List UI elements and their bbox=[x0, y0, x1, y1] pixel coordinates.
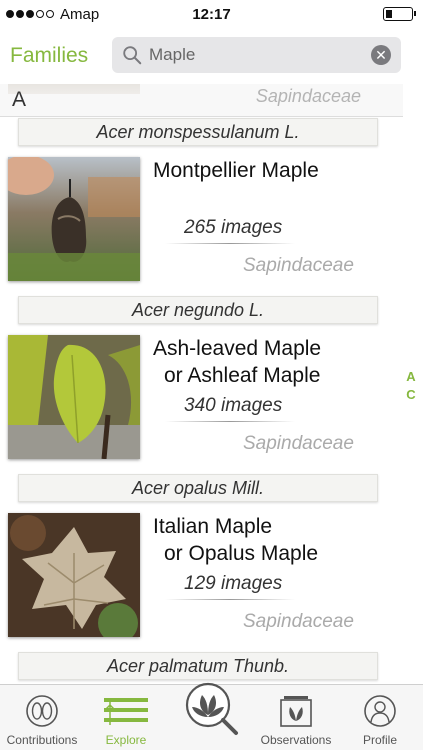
partial-thumbnail bbox=[8, 84, 140, 94]
image-count: 340 images bbox=[184, 395, 283, 416]
divider bbox=[165, 599, 295, 600]
species-thumbnail[interactable] bbox=[8, 157, 140, 281]
image-count: 129 images bbox=[184, 573, 283, 594]
common-name: Italian Maple or Opalus Maple bbox=[153, 513, 318, 567]
latin-name-bar[interactable]: Acer monspessulanum L. bbox=[18, 118, 378, 146]
tab-observations[interactable]: Observations bbox=[256, 685, 336, 750]
battery-icon bbox=[383, 7, 416, 21]
divider bbox=[165, 421, 295, 422]
latin-name-bar[interactable]: Acer negundo L. bbox=[18, 296, 378, 324]
index-letter-a[interactable]: A bbox=[406, 368, 416, 386]
latin-name-bar[interactable]: Acer palmatum Thunb. bbox=[18, 652, 378, 680]
family-name: Sapindaceae bbox=[243, 433, 354, 454]
search-icon bbox=[123, 46, 142, 65]
observations-icon bbox=[280, 696, 312, 727]
section-letter: A bbox=[12, 88, 27, 111]
species-card[interactable]: Montpellier Maple 265 images Sapindaceae bbox=[0, 153, 400, 293]
common-name-line-1: Italian Maple bbox=[153, 515, 273, 538]
common-name-line-2: or Opalus Maple bbox=[164, 542, 319, 565]
common-name: Ash-leaved Maple or Ashleaf Maple bbox=[153, 335, 321, 389]
contributions-icon bbox=[26, 695, 58, 727]
status-bar: Amap 12:17 bbox=[0, 0, 423, 28]
tab-bar: Contributions Explore Observations Profi… bbox=[0, 682, 423, 750]
tab-profile[interactable]: Profile bbox=[352, 685, 408, 750]
common-name-line-1: Ash-leaved Maple bbox=[153, 337, 322, 360]
tab-explore[interactable]: Explore bbox=[100, 685, 152, 750]
profile-icon bbox=[364, 695, 396, 727]
common-name: Montpellier Maple bbox=[153, 157, 319, 184]
species-card[interactable]: Ash-leaved Maple or Ashleaf Maple 340 im… bbox=[0, 331, 400, 471]
divider bbox=[165, 243, 295, 244]
battery-level bbox=[386, 10, 392, 18]
family-name: Sapindaceae bbox=[243, 255, 354, 276]
header: Families Maple ✕ bbox=[0, 28, 423, 84]
latin-name-bar[interactable]: Acer opalus Mill. bbox=[18, 474, 378, 502]
species-thumbnail[interactable] bbox=[8, 513, 140, 637]
species-card[interactable]: Italian Maple or Opalus Maple 129 images… bbox=[0, 509, 400, 649]
signal-strength-icon bbox=[6, 10, 54, 18]
explore-icon bbox=[104, 698, 148, 725]
common-name-line-2: or Ashleaf Maple bbox=[164, 364, 321, 387]
partial-family-label: Sapindaceae bbox=[255, 86, 361, 106]
search-input[interactable]: Maple bbox=[149, 45, 371, 65]
carrier-name: Amap bbox=[60, 5, 100, 23]
tab-label: Contributions bbox=[6, 733, 78, 747]
tab-identify[interactable] bbox=[182, 679, 242, 739]
species-thumbnail[interactable] bbox=[8, 335, 140, 459]
clear-search-icon[interactable]: ✕ bbox=[371, 45, 391, 65]
search-field[interactable]: Maple ✕ bbox=[112, 37, 401, 73]
section-header: A Sapindaceae bbox=[0, 84, 403, 117]
common-name-line-1: Montpellier Maple bbox=[153, 159, 319, 182]
tab-label: Explore bbox=[105, 733, 147, 747]
image-count: 265 images bbox=[184, 217, 283, 238]
tab-label: Observations bbox=[260, 733, 332, 747]
section-index[interactable]: A C bbox=[406, 368, 416, 404]
families-button[interactable]: Families bbox=[10, 44, 110, 68]
tab-label: Profile bbox=[362, 733, 397, 747]
tab-contributions[interactable]: Contributions bbox=[7, 685, 77, 750]
species-list[interactable]: A Sapindaceae Acer monspessulanum L. Mon… bbox=[0, 84, 423, 684]
identify-icon bbox=[185, 682, 238, 735]
index-letter-c[interactable]: C bbox=[406, 386, 416, 404]
family-name: Sapindaceae bbox=[243, 611, 354, 632]
